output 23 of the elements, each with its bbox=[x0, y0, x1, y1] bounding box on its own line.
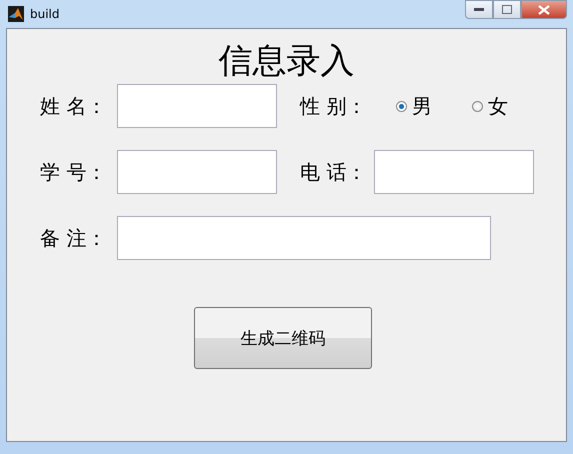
input-field[interactable] bbox=[117, 216, 491, 260]
generate-button[interactable]: 生成二维码 bbox=[194, 307, 372, 369]
option-label: 女 bbox=[488, 92, 508, 120]
minimize-button[interactable] bbox=[465, 0, 493, 19]
field-label: 姓 名： bbox=[40, 92, 108, 120]
window-title: build bbox=[30, 7, 60, 21]
field-label: 学 号： bbox=[40, 158, 108, 186]
minimize-icon bbox=[474, 8, 484, 12]
close-button[interactable] bbox=[521, 0, 567, 19]
option-label: 男 bbox=[412, 92, 432, 120]
input-field[interactable] bbox=[117, 84, 277, 128]
form-heading: 信息录入 bbox=[218, 40, 356, 83]
close-icon bbox=[538, 4, 550, 14]
field-label: 备 注： bbox=[40, 224, 108, 252]
maximize-icon bbox=[502, 5, 512, 14]
input-field[interactable] bbox=[374, 150, 534, 194]
app-icon bbox=[8, 6, 24, 22]
field-label: 性 别： bbox=[300, 92, 368, 120]
maximize-button[interactable] bbox=[493, 0, 521, 19]
radio-button[interactable] bbox=[472, 100, 483, 112]
input-field[interactable] bbox=[117, 150, 277, 194]
field-label: 电 话： bbox=[300, 158, 368, 186]
radio-button[interactable] bbox=[396, 100, 407, 112]
